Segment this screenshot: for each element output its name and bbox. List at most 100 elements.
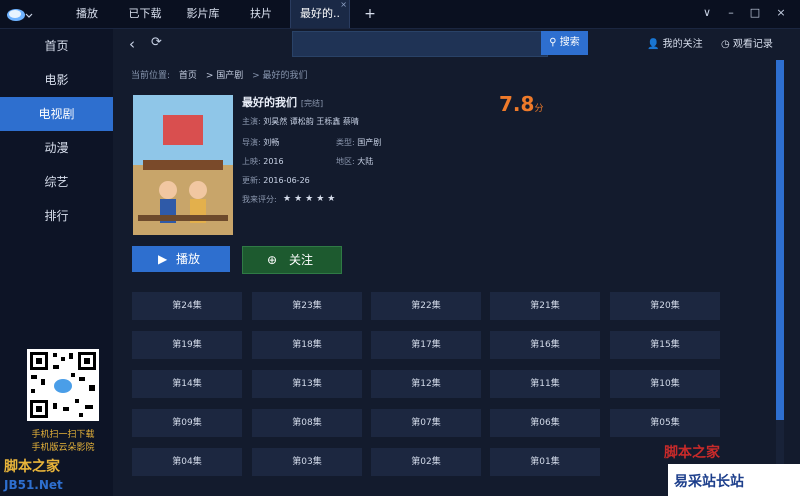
poster-image[interactable]	[133, 95, 233, 235]
back-arrow-icon[interactable]: ‹	[129, 35, 135, 53]
episode-button[interactable]: 第15集	[610, 331, 720, 359]
follow-button[interactable]: ⊕ 关注	[242, 246, 342, 274]
tab-library[interactable]: 影片库	[174, 0, 232, 28]
cloud-logo-icon[interactable]	[6, 5, 34, 23]
title-bar: 播放 已下载 影片库 扶片 最好的.. × + ∨ – □ ×	[0, 0, 800, 29]
sidebar-item-ranking[interactable]: 排行	[0, 199, 113, 233]
episode-button[interactable]: 第08集	[252, 409, 362, 437]
watermark-right-top: 脚本之家	[664, 445, 720, 461]
release-label: 上映:	[242, 157, 261, 166]
watermark-jb51-net: JB51.Net	[4, 478, 63, 492]
sidebar-item-home[interactable]: 首页	[0, 29, 113, 63]
rating-stars[interactable]: ★★★★★	[283, 194, 338, 204]
history-link[interactable]: ◷ 观看记录	[721, 35, 773, 50]
episode-button[interactable]: 第03集	[252, 448, 362, 476]
rating-score: 7.8分	[499, 92, 543, 116]
tab-close-icon[interactable]: ×	[340, 1, 347, 9]
maximize-icon[interactable]: □	[744, 0, 766, 28]
main-content: ‹ ⟳ ⚲ 搜索 👤 我的关注 ◷ 观看记录 当前位置: 首页 > 国产剧 > …	[113, 29, 800, 496]
sidebar-item-variety[interactable]: 综艺	[0, 165, 113, 199]
search-icon: ⚲	[549, 37, 557, 48]
my-follow-link[interactable]: 👤 我的关注	[647, 35, 703, 50]
clock-icon: ◷	[721, 39, 730, 50]
search-button-label: 搜索	[559, 37, 580, 48]
watermark-jb51-cn: 脚本之家	[4, 459, 60, 475]
episode-button[interactable]: 第07集	[371, 409, 481, 437]
breadcrumb-home[interactable]: 首页	[179, 71, 197, 81]
show-title-text: 最好的我们	[242, 96, 297, 109]
minimize-icon[interactable]: –	[720, 0, 742, 28]
close-icon[interactable]: ×	[770, 0, 792, 28]
sidebar-item-anime[interactable]: 动漫	[0, 131, 113, 165]
sidebar-item-movies[interactable]: 电影	[0, 63, 113, 97]
tab-current-show[interactable]: 最好的.. ×	[290, 0, 350, 28]
breadcrumb: 当前位置: 首页 > 国产剧 > 最好的我们	[131, 68, 314, 81]
score-value: 7.8	[499, 92, 535, 116]
director-row: 导演: 刘畅	[242, 137, 279, 148]
updated-label: 更新:	[242, 176, 261, 185]
menu-dropdown-icon[interactable]: ∨	[696, 0, 718, 28]
rate-label: 我来评分:	[242, 195, 277, 204]
episode-button[interactable]: 第14集	[132, 370, 242, 398]
region-row: 地区: 大陆	[336, 156, 373, 167]
episode-button[interactable]: 第01集	[490, 448, 600, 476]
episode-button[interactable]: 第24集	[132, 292, 242, 320]
refresh-icon[interactable]: ⟳	[151, 35, 162, 50]
director-value: 刘畅	[263, 138, 280, 147]
release-value: 2016	[263, 157, 284, 166]
release-row: 上映: 2016	[242, 156, 284, 167]
add-circle-icon: ⊕	[267, 253, 278, 267]
episode-button[interactable]: 第17集	[371, 331, 481, 359]
episode-button[interactable]: 第12集	[371, 370, 481, 398]
episode-button[interactable]: 第10集	[610, 370, 720, 398]
episode-button[interactable]: 第19集	[132, 331, 242, 359]
qr-code-icon	[27, 349, 99, 421]
type-label: 类型:	[336, 138, 355, 147]
region-value: 大陆	[357, 157, 374, 166]
user-icon: 👤	[647, 39, 660, 50]
search-input[interactable]	[292, 31, 548, 57]
qr-caption-1: 手机扫一扫下载	[31, 430, 95, 440]
scrollbar-thumb[interactable]	[776, 60, 784, 420]
score-unit: 分	[534, 104, 544, 114]
tab-fupian[interactable]: 扶片	[232, 0, 290, 28]
episode-button[interactable]: 第22集	[371, 292, 481, 320]
episode-button[interactable]: 第11集	[490, 370, 600, 398]
episode-button[interactable]: 第13集	[252, 370, 362, 398]
episode-button[interactable]: 第18集	[252, 331, 362, 359]
search-button[interactable]: ⚲ 搜索	[541, 31, 588, 55]
add-tab-button[interactable]: +	[360, 0, 380, 28]
episode-button[interactable]: 第06集	[490, 409, 600, 437]
type-value: 国产剧	[357, 138, 382, 147]
episode-button[interactable]: 第02集	[371, 448, 481, 476]
status-badge: [完结]	[300, 99, 324, 108]
episode-button[interactable]: 第21集	[490, 292, 600, 320]
qr-caption-2: 手机版云朵影院	[31, 443, 95, 453]
tab-play[interactable]: 播放	[58, 0, 116, 28]
updated-value: 2016-06-26	[263, 176, 310, 185]
episode-button[interactable]: 第05集	[610, 409, 720, 437]
episode-button[interactable]: 第04集	[132, 448, 242, 476]
episode-button[interactable]: 第20集	[610, 292, 720, 320]
follow-button-label: 关注	[289, 253, 314, 267]
play-button-label: 播放	[176, 252, 201, 266]
play-icon: ▶	[158, 252, 168, 266]
type-row: 类型: 国产剧	[336, 137, 381, 148]
watermark-right-bottom: 易采站长站	[668, 464, 800, 496]
sidebar: 首页 电影 电视剧 动漫 综艺 排行 手机扫一扫下载 手机版云朵影院	[0, 29, 113, 496]
episode-button[interactable]: 第09集	[132, 409, 242, 437]
breadcrumb-category[interactable]: > 国产剧	[206, 71, 243, 81]
cast-row: 主演: 刘昊然 谭松韵 王栎鑫 蔡晴	[242, 116, 359, 127]
sidebar-item-tv[interactable]: 电视剧	[0, 97, 113, 131]
region-label: 地区:	[336, 157, 355, 166]
breadcrumb-current: > 最好的我们	[252, 71, 308, 81]
breadcrumb-prefix: 当前位置:	[131, 71, 171, 81]
tab-downloaded[interactable]: 已下载	[116, 0, 174, 28]
my-follow-label: 我的关注	[662, 39, 703, 50]
cast-value: 刘昊然 谭松韵 王栎鑫 蔡晴	[263, 117, 359, 126]
show-title: 最好的我们 [完结]	[242, 94, 323, 110]
episode-button[interactable]: 第23集	[252, 292, 362, 320]
episode-button[interactable]: 第16集	[490, 331, 600, 359]
history-label: 观看记录	[732, 39, 773, 50]
play-button[interactable]: ▶ 播放	[132, 246, 230, 272]
